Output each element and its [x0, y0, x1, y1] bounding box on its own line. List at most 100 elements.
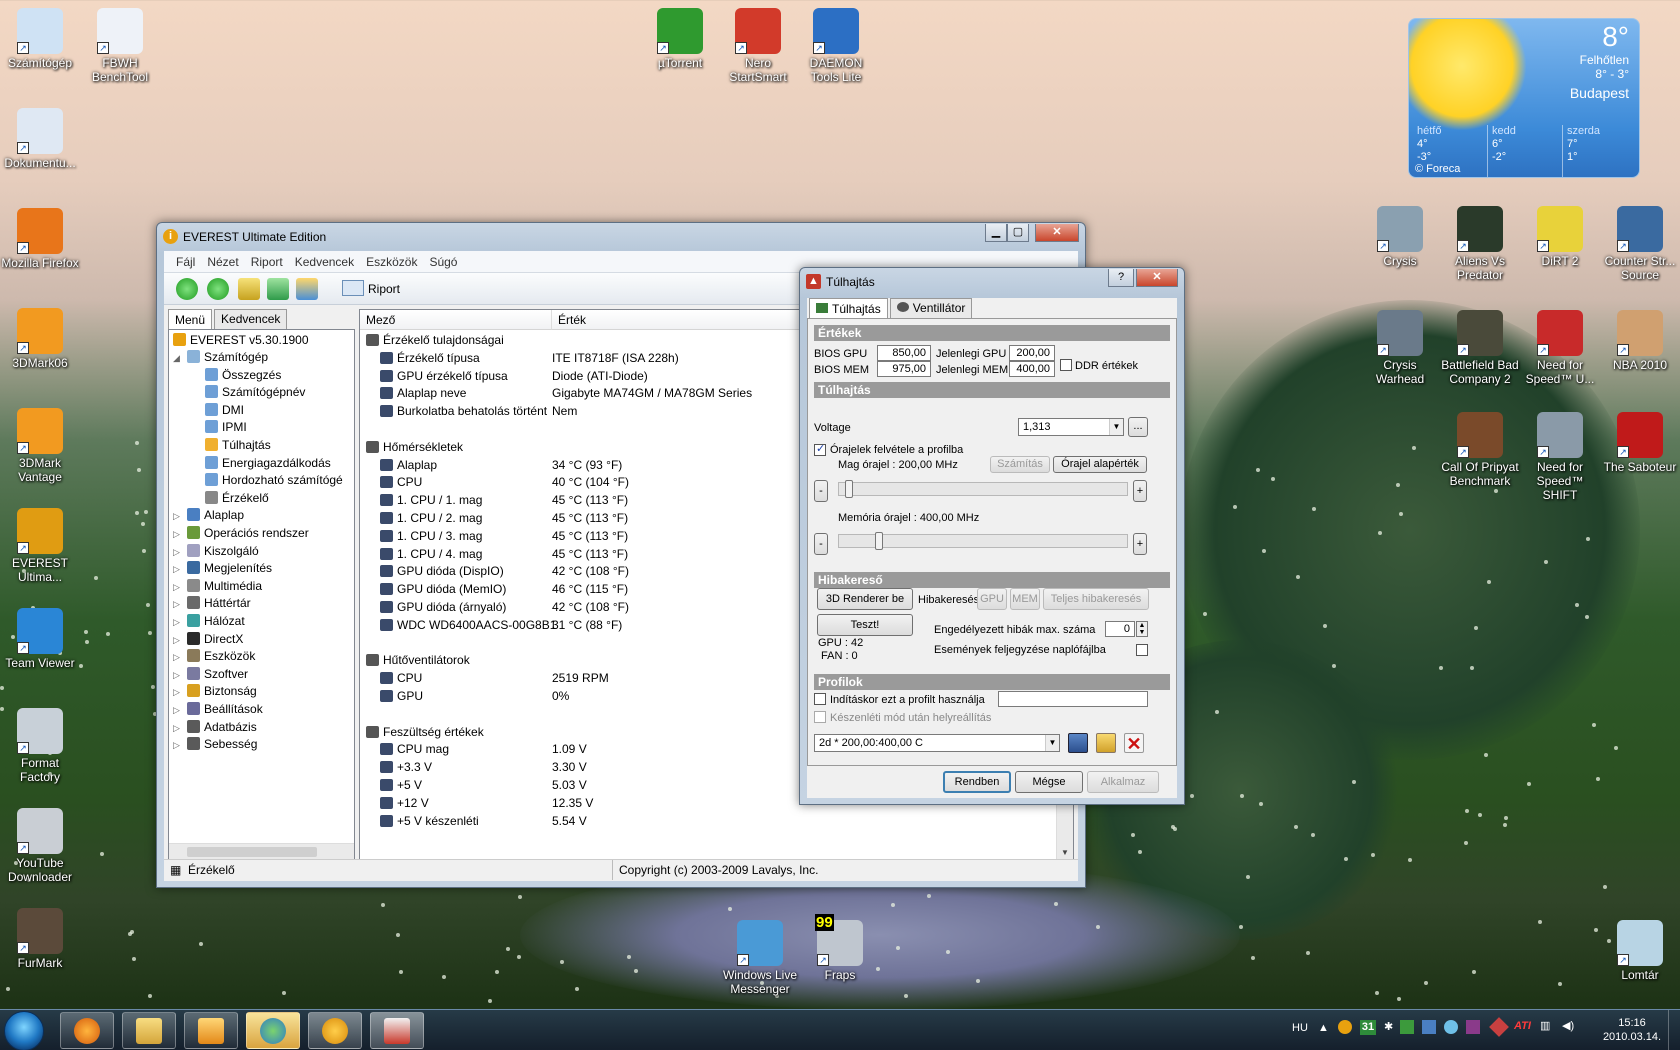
tab-favorites[interactable]: Kedvencek — [214, 309, 288, 330]
tree-item[interactable]: Számítógépnév — [205, 384, 305, 401]
taskbar-everest[interactable] — [308, 1012, 362, 1049]
bios-mem-field[interactable]: 975,00 — [877, 361, 931, 377]
max-errors-field[interactable]: 0 — [1105, 621, 1135, 637]
desktop-icon[interactable]: ↗ YouTube Downloader — [0, 808, 80, 884]
desktop-icon[interactable]: ↗ Lomtár — [1600, 920, 1680, 982]
tree-item[interactable]: DMI — [205, 402, 244, 419]
language-indicator[interactable]: HU — [1292, 1022, 1308, 1034]
tree-item[interactable]: Megjelenítés — [187, 560, 272, 577]
tree-expander-icon[interactable]: ▷ — [173, 599, 180, 610]
start-button[interactable] — [4, 1011, 44, 1050]
everest-tray-icon[interactable] — [1338, 1020, 1352, 1034]
desktop-icon[interactable]: ↗ Fraps — [800, 920, 880, 982]
save-icon[interactable] — [1068, 733, 1088, 753]
desktop-icon[interactable]: ↗ Need for Speed™ U... — [1520, 310, 1600, 386]
tree-expander-icon[interactable]: ▷ — [173, 740, 180, 751]
clock[interactable]: 15:16 2010.03.14. — [1600, 1016, 1664, 1044]
taskbar-overclock[interactable] — [370, 1012, 424, 1049]
tree-expander-icon[interactable]: ▷ — [173, 582, 180, 593]
desktop-icon[interactable]: ↗ Mozilla Firefox — [0, 208, 80, 270]
network-tray-icon[interactable] — [1422, 1020, 1436, 1034]
tree-expander-icon[interactable]: ▷ — [173, 652, 180, 663]
tree-item[interactable]: Adatbázis — [187, 719, 257, 736]
tree-item[interactable]: EVEREST v5.30.1900 — [173, 332, 309, 349]
core-plus-button[interactable]: + — [1133, 480, 1147, 502]
mem-minus-button[interactable]: - — [814, 533, 828, 555]
tab-overclock[interactable]: Túlhajtás — [809, 298, 888, 319]
tree-expander-icon[interactable]: ▷ — [173, 705, 180, 716]
show-hidden-icons[interactable]: ▲ — [1318, 1022, 1329, 1034]
column-field[interactable]: Mező — [360, 310, 552, 330]
desktop-icon[interactable]: ↗ 3DMark Vantage — [0, 408, 80, 484]
startup-profile-field[interactable] — [998, 691, 1148, 707]
tree-item[interactable]: Operációs rendszer — [187, 525, 309, 542]
taskbar-firefox[interactable] — [60, 1012, 114, 1049]
renderer-button[interactable]: 3D Renderer be — [817, 588, 913, 610]
tree-item[interactable]: Kiszolgáló — [187, 543, 259, 560]
apply-button[interactable]: Alkalmaz — [1087, 771, 1159, 793]
weather-credit[interactable]: © Foreca — [1415, 163, 1460, 175]
tree-item[interactable]: Sebesség — [187, 736, 257, 753]
taskbar-messenger[interactable] — [246, 1012, 300, 1049]
menu-favorites[interactable]: Kedvencek — [289, 251, 360, 272]
desktop-icon[interactable]: ↗ Call Of Pripyat Benchmark — [1440, 412, 1520, 488]
tree-item[interactable]: Szoftver — [187, 666, 248, 683]
volume-icon[interactable]: ◀) — [1562, 1019, 1574, 1032]
network-icon[interactable]: ▥ — [1540, 1019, 1550, 1032]
everest-titlebar[interactable]: i EVEREST Ultimate Edition — [157, 223, 1085, 251]
calendar-tray-icon[interactable]: 31 — [1360, 1020, 1376, 1035]
scroll-down-icon[interactable]: ▼ — [1061, 848, 1069, 857]
desktop-icon[interactable]: ↗ Need for Speed™ SHIFT — [1520, 412, 1600, 502]
core-clock-slider[interactable] — [838, 480, 1128, 498]
steam-tray-icon[interactable] — [1444, 1020, 1458, 1034]
tree-item[interactable]: Összegzés — [205, 367, 281, 384]
restore-checkbox[interactable] — [814, 711, 826, 723]
minimize-button[interactable]: ▁ — [985, 224, 1007, 242]
overclock-tray-icon[interactable] — [1489, 1017, 1509, 1037]
up-folder-icon[interactable] — [238, 278, 260, 300]
delete-icon[interactable]: ✕ — [1124, 733, 1144, 754]
tree-item[interactable]: Érzékelő — [205, 490, 269, 507]
scroll-thumb[interactable] — [187, 847, 317, 857]
default-clock-button[interactable]: Órajel alapérték — [1053, 456, 1147, 473]
desktop-icon[interactable]: ↗ Windows Live Messenger — [720, 920, 800, 996]
tree-item[interactable]: Hálózat — [187, 613, 245, 630]
desktop-icon[interactable]: ↗ Nero StartSmart — [718, 8, 798, 84]
refresh-icon[interactable] — [267, 278, 289, 300]
tree-item[interactable]: Háttértár — [187, 595, 251, 612]
desktop-icon[interactable]: ↗ Crysis Warhead — [1360, 310, 1440, 386]
tree-item[interactable]: Alaplap — [187, 507, 244, 524]
report-button[interactable]: Riport — [342, 279, 400, 299]
tree-expander-icon[interactable]: ▷ — [173, 511, 180, 522]
mem-plus-button[interactable]: + — [1133, 533, 1147, 555]
current-mem-field[interactable]: 400,00 — [1009, 361, 1055, 377]
tree-item[interactable]: Számítógép — [187, 349, 268, 366]
desktop-icon[interactable]: ↗ µTorrent — [640, 8, 720, 70]
tree-item[interactable]: Túlhajtás — [205, 437, 271, 454]
tree-expander-icon[interactable]: ▷ — [173, 670, 180, 681]
cancel-button[interactable]: Mégse — [1015, 771, 1083, 793]
desktop-icon[interactable]: ↗ DAEMON Tools Lite — [796, 8, 876, 84]
users-icon[interactable] — [296, 278, 318, 300]
menu-report[interactable]: Riport — [245, 251, 289, 272]
desktop-icon[interactable]: ↗ Dokumentu... — [0, 108, 80, 170]
overclock-dialog[interactable]: ▲ Túlhajtás ? ✕ Túlhajtás Ventillátor Ér… — [799, 267, 1185, 805]
tree-expander-icon[interactable]: ◢ — [173, 353, 180, 364]
tray-app-icon[interactable] — [1400, 1020, 1414, 1034]
current-gpu-field[interactable]: 200,00 — [1009, 345, 1055, 361]
desktop-icon[interactable]: ↗ Crysis — [1360, 206, 1440, 268]
menu-view[interactable]: Nézet — [201, 251, 244, 272]
tree-item[interactable]: Energiagazdálkodás — [205, 455, 331, 472]
voltage-more-button[interactable]: ... — [1128, 417, 1148, 437]
desktop-icon[interactable]: ↗ 3DMark06 — [0, 308, 80, 370]
open-folder-icon[interactable] — [1096, 733, 1116, 753]
tree-item[interactable]: Beállítások — [187, 701, 263, 718]
tab-fan[interactable]: Ventillátor — [889, 298, 973, 319]
back-icon[interactable] — [176, 278, 198, 300]
tree-item[interactable]: DirectX — [187, 631, 243, 648]
spinner-icon[interactable]: ▲ ▼ — [1136, 621, 1148, 637]
tree-panel[interactable]: EVEREST v5.30.1900 ◢ Számítógép Összegzés Sz… — [168, 329, 355, 861]
dialog-close-button[interactable]: ✕ — [1136, 269, 1178, 287]
desktop-icon[interactable]: ↗ NBA 2010 — [1600, 310, 1680, 372]
desktop-icon[interactable]: ↗ EVEREST Ultima... — [0, 508, 80, 584]
